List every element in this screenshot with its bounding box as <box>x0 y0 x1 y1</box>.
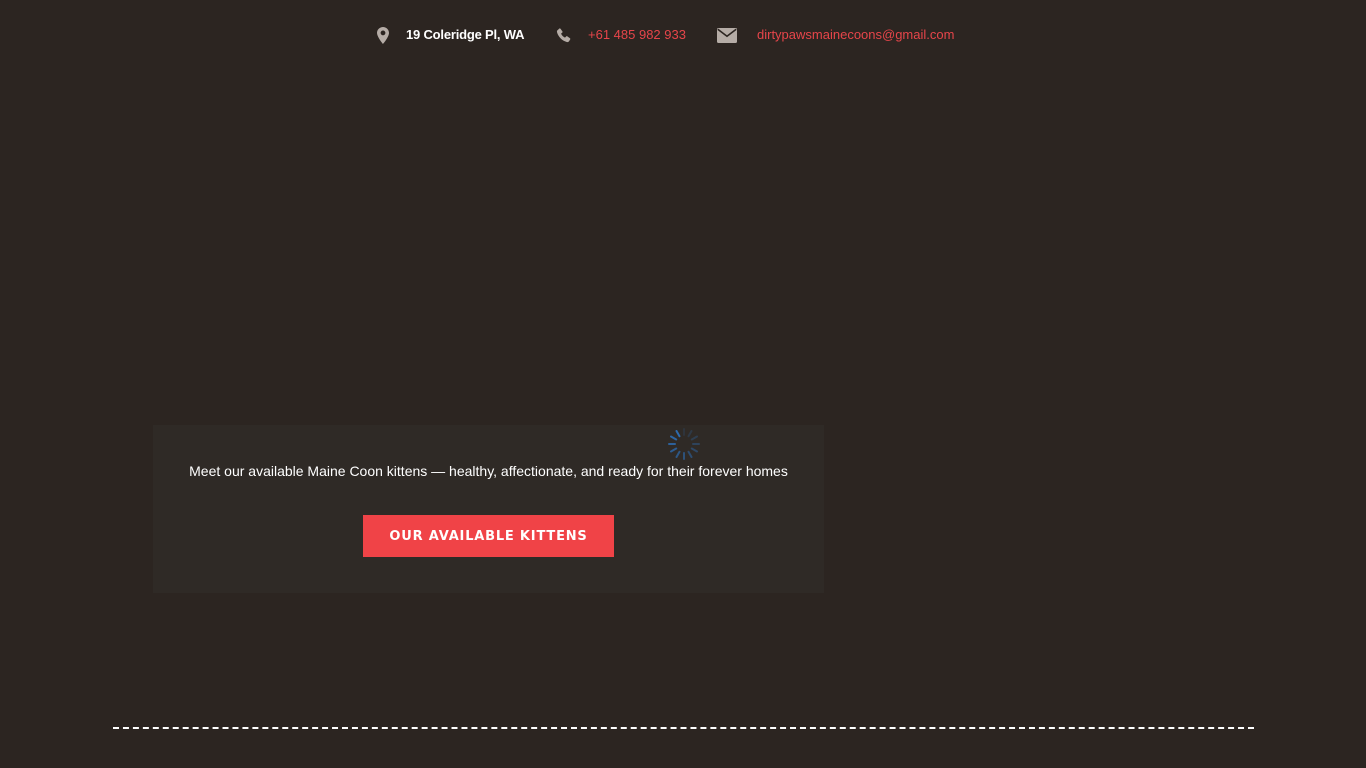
spinner-spoke <box>675 450 681 458</box>
contact-bar: 19 Coleridge Pl, WA +61 485 982 933 dirt… <box>0 0 1366 70</box>
spinner-spoke <box>690 435 698 441</box>
spinner-spoke <box>687 450 693 458</box>
phone-icon <box>553 25 573 45</box>
email-link[interactable]: dirtypawsmainecoons@gmail.com <box>757 24 954 46</box>
spinner-spoke <box>670 435 678 441</box>
envelope-icon <box>717 25 737 45</box>
spinner-spoke <box>687 430 693 438</box>
phone-item[interactable]: +61 485 982 933 <box>553 24 686 46</box>
hero-panel <box>153 425 824 593</box>
email-item[interactable]: dirtypawsmainecoons@gmail.com <box>717 24 954 46</box>
dashed-divider <box>113 727 1254 729</box>
available-kittens-button[interactable]: OUR AVAILABLE KITTENS <box>363 515 614 557</box>
hero-description: Meet our available Maine Coon kittens — … <box>189 463 788 479</box>
spinner-spoke <box>675 430 681 438</box>
address-item: 19 Coleridge Pl, WA <box>373 24 524 46</box>
address-text: 19 Coleridge Pl, WA <box>406 27 525 42</box>
map-pin-icon <box>373 25 393 45</box>
spinner-spoke <box>690 447 698 453</box>
spinner-spoke <box>670 447 678 453</box>
loading-spinner-icon <box>667 427 701 461</box>
phone-link[interactable]: +61 485 982 933 <box>588 24 686 46</box>
